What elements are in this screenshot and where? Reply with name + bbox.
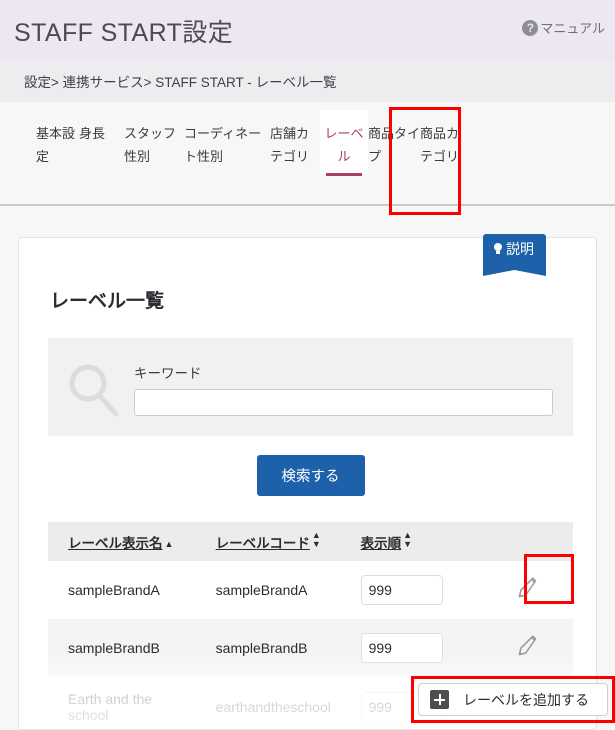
tab-staff-gender[interactable]: スタッフ性別 [124,110,184,174]
pencil-icon [518,634,537,655]
cell-edit [464,619,573,677]
cell-code: sampleBrandA [215,582,308,598]
column-header-label: レーベルコード [215,536,310,551]
search-fields: キーワード [134,352,553,416]
cell-order [341,561,464,619]
manual-link[interactable]: ? マニュアル [522,18,605,37]
sort-both-icon: ▲ ▼ [311,530,321,549]
column-header-display-name[interactable]: レーベル表示名 ▲ [48,522,196,561]
explanation-ribbon-body[interactable]: 説明 [483,234,546,267]
page-title: STAFF START設定 [14,19,234,47]
tab-label: コーディネート性別 [184,126,262,164]
search-button[interactable]: 検索する [256,455,365,496]
tab-coordinate-gender[interactable]: コーディネート性別 [184,110,270,174]
cell-code: earthandtheschool [215,699,331,715]
search-icon [69,364,119,417]
order-input[interactable] [360,575,443,605]
add-label-button-text: レーベルを追加する [463,691,589,708]
lightbulb-icon [493,243,503,255]
breadcrumb: 設定> 連携サービス> STAFF START - レーベル一覧 [0,60,615,102]
table-row: sampleBrandA sampleBrandA [48,561,573,619]
tab-product-type[interactable]: 商品タイプ [368,110,420,174]
label-list-card: レーベル一覧 キーワード 検索する レーベル表示名 ▲ レーベルコード ▲ ▼ … [18,237,597,730]
order-input[interactable] [360,633,443,663]
column-header-code[interactable]: レーベルコード ▲ ▼ [196,522,341,561]
column-header-label: 表示順 [360,536,402,551]
tab-label-active[interactable]: レーベル [320,110,368,176]
question-circle-icon: ? [522,19,539,36]
column-header-order[interactable]: 表示順 ▲ ▼ [341,522,464,561]
tab-label: 商品タイプ [368,126,421,164]
cell-display-name: sampleBrandA [68,582,160,598]
manual-label: マニュアル [540,21,605,36]
cell-edit [464,561,573,619]
cell-display-name: Earth and the school [68,691,153,723]
tab-basic-settings[interactable]: 基本設定 [36,110,79,174]
tab-label: 商品カテゴリ [420,126,460,164]
cell-code: sampleBrandB [215,640,308,656]
explanation-ribbon[interactable]: 説明 [483,234,546,267]
pencil-icon [518,576,537,597]
cell-display-name: sampleBrandB [68,640,160,656]
keyword-label: キーワード [134,366,202,381]
add-label-button[interactable]: レーベルを追加する [418,683,608,716]
app-header: STAFF START設定 ? マニュアル [0,0,615,60]
tab-label: 店舗カテゴリ [270,126,310,164]
table-header-row: レーベル表示名 ▲ レーベルコード ▲ ▼ 表示順 ▲ ▼ [48,522,573,561]
sort-both-icon: ▲ ▼ [403,530,412,549]
search-button-row: 検索する [48,455,573,496]
tab-bar: 基本設定 身長 スタッフ性別 コーディネート性別 店舗カテゴリ レーベル 商品タ… [0,110,615,206]
column-header-actions [464,522,573,561]
tabs-wrapper: 基本設定 身長 スタッフ性別 コーディネート性別 店舗カテゴリ レーベル 商品タ… [0,102,615,206]
column-header-label: レーベル表示名 [68,535,163,551]
table-row: sampleBrandB sampleBrandB [48,619,573,677]
tab-height[interactable]: 身長 [79,110,124,151]
tab-product-category[interactable]: 商品カテゴリ [420,110,470,174]
sort-asc-icon: ▲ [164,538,174,549]
breadcrumb-text: 設定> 連携サービス> STAFF START - レーベル一覧 [24,75,337,90]
search-input[interactable] [134,389,553,416]
explanation-label: 説明 [506,241,534,257]
plus-square-icon [430,690,449,709]
tab-label: 基本設定 [36,126,76,164]
tab-label: レーベル [324,126,364,164]
edit-row-button[interactable] [515,634,541,660]
tab-store-category[interactable]: 店舗カテゴリ [270,110,320,174]
tab-label: スタッフ性別 [124,126,177,164]
card-title: レーベル一覧 [50,291,165,312]
edit-row-button[interactable] [515,576,541,602]
tab-label: 身長 [79,126,106,141]
search-panel: キーワード [48,338,573,436]
cell-order [341,619,464,677]
